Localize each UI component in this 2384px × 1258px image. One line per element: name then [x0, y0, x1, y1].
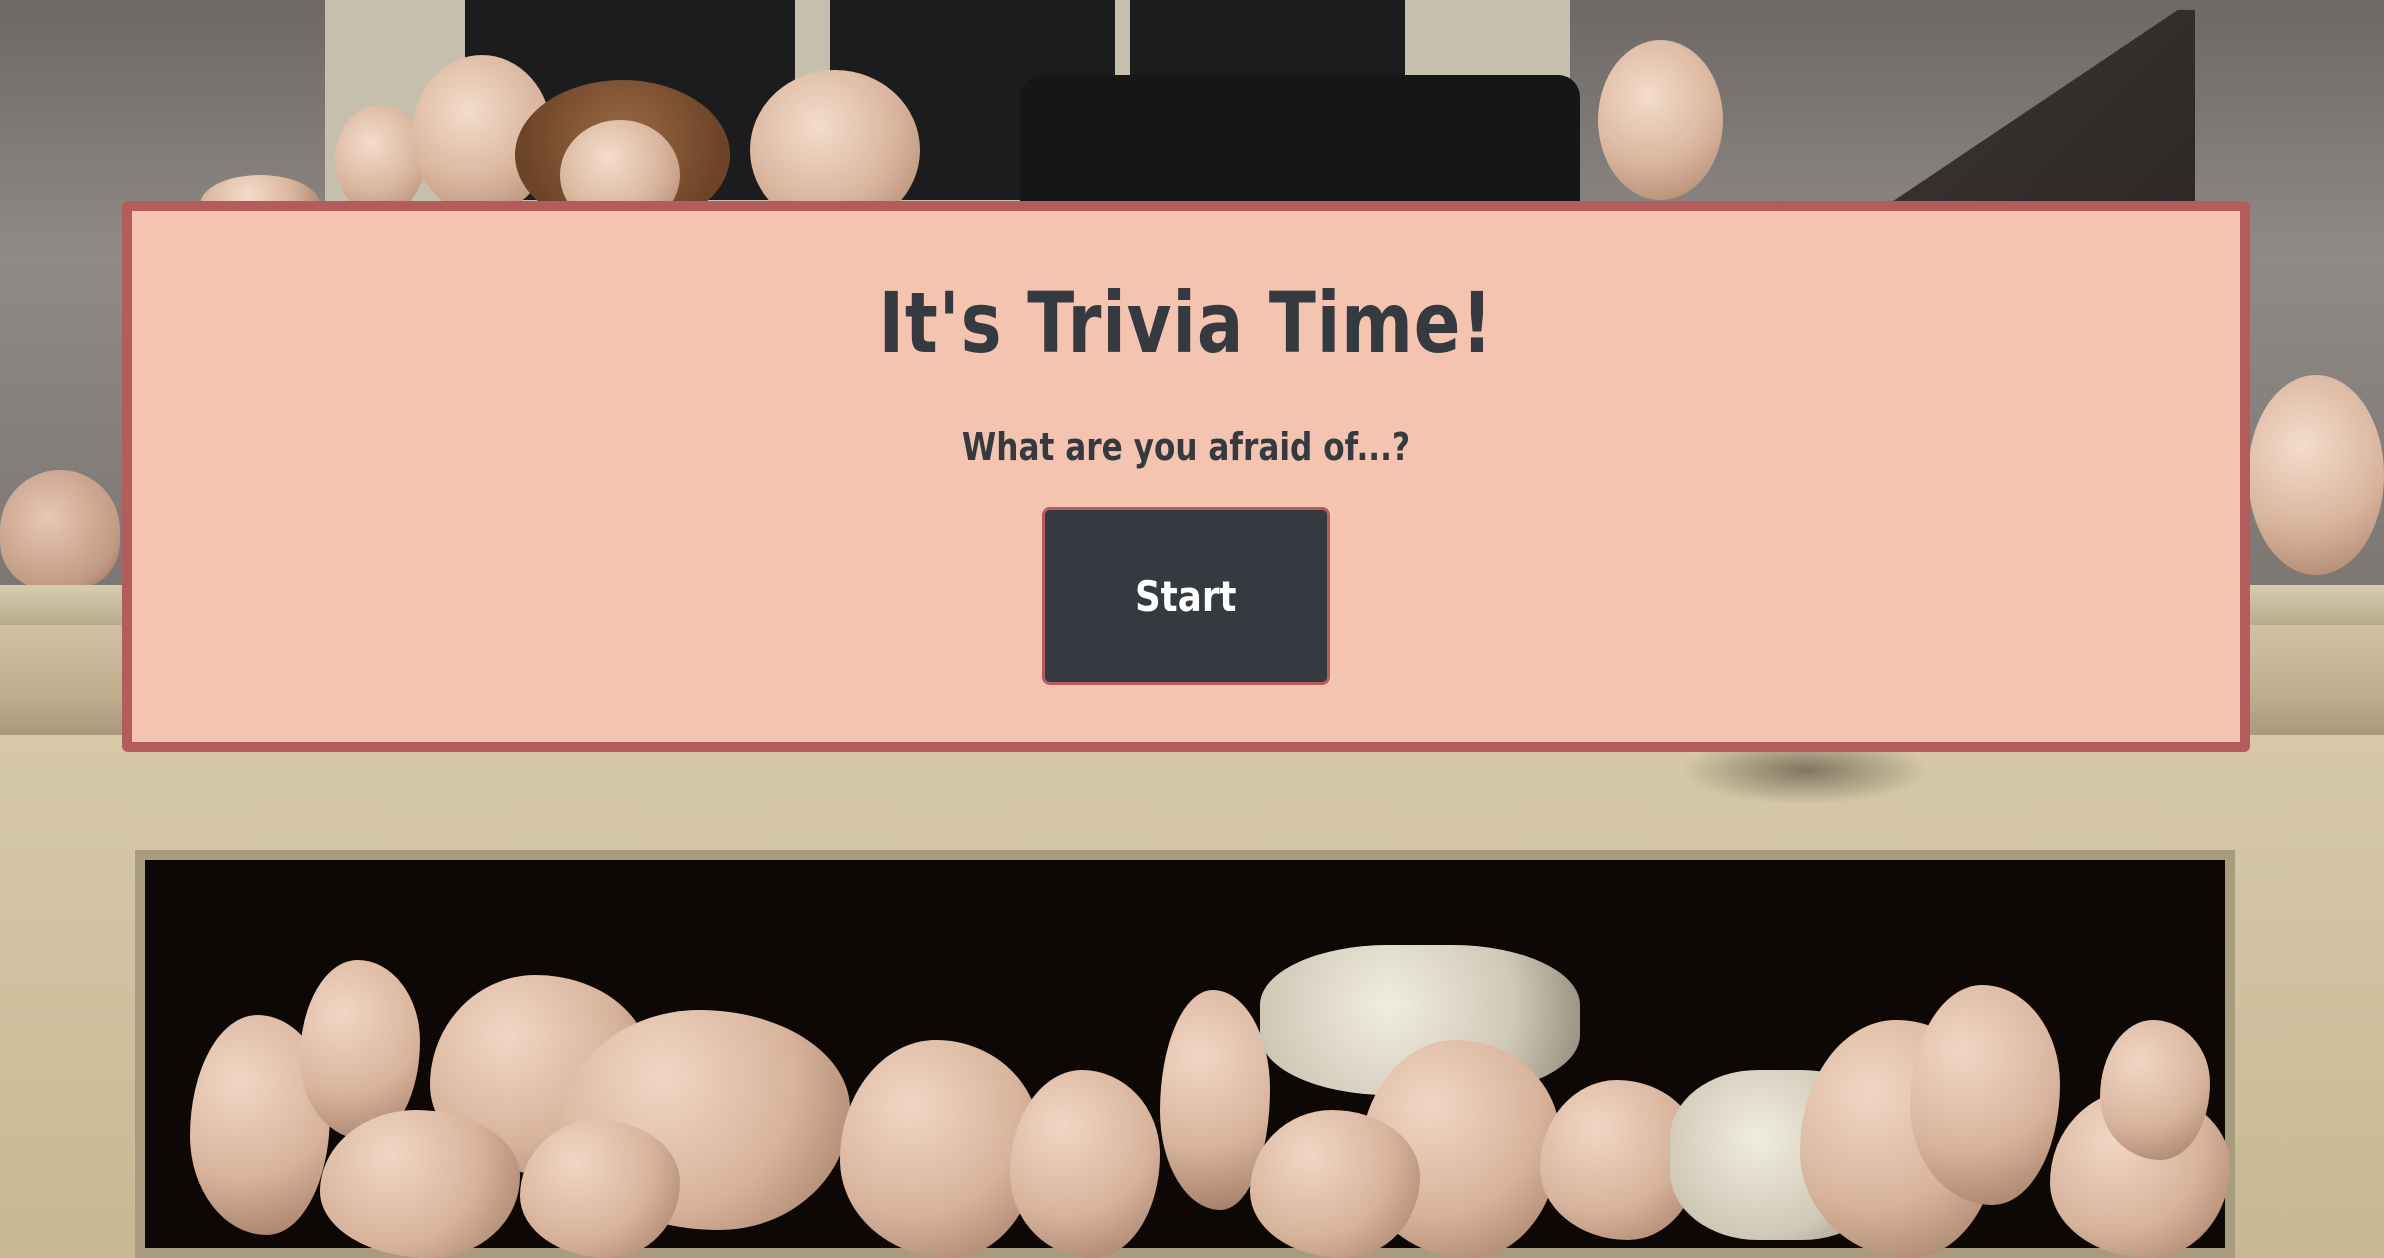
- start-button[interactable]: Start: [1042, 507, 1330, 685]
- trivia-start-panel: It's Trivia Time! What are you afraid of…: [122, 201, 2250, 752]
- doll-head: [335, 105, 425, 215]
- doll-limb: [1250, 1110, 1420, 1258]
- start-button-label: Start: [1135, 571, 1237, 621]
- doll-head: [2248, 375, 2384, 575]
- doll-limb: [1010, 1070, 1160, 1258]
- doll-body: [840, 1040, 1040, 1258]
- doll-limb: [320, 1110, 520, 1258]
- doll-limb: [2100, 1020, 2210, 1160]
- page-title: It's Trivia Time!: [878, 274, 1494, 372]
- doll-head: [1598, 40, 1723, 200]
- quiz-subtitle: What are you afraid of...?: [961, 425, 1411, 469]
- doll-limb: [520, 1120, 680, 1258]
- doll-arm: [0, 470, 120, 590]
- doll-limb: [1910, 985, 2060, 1205]
